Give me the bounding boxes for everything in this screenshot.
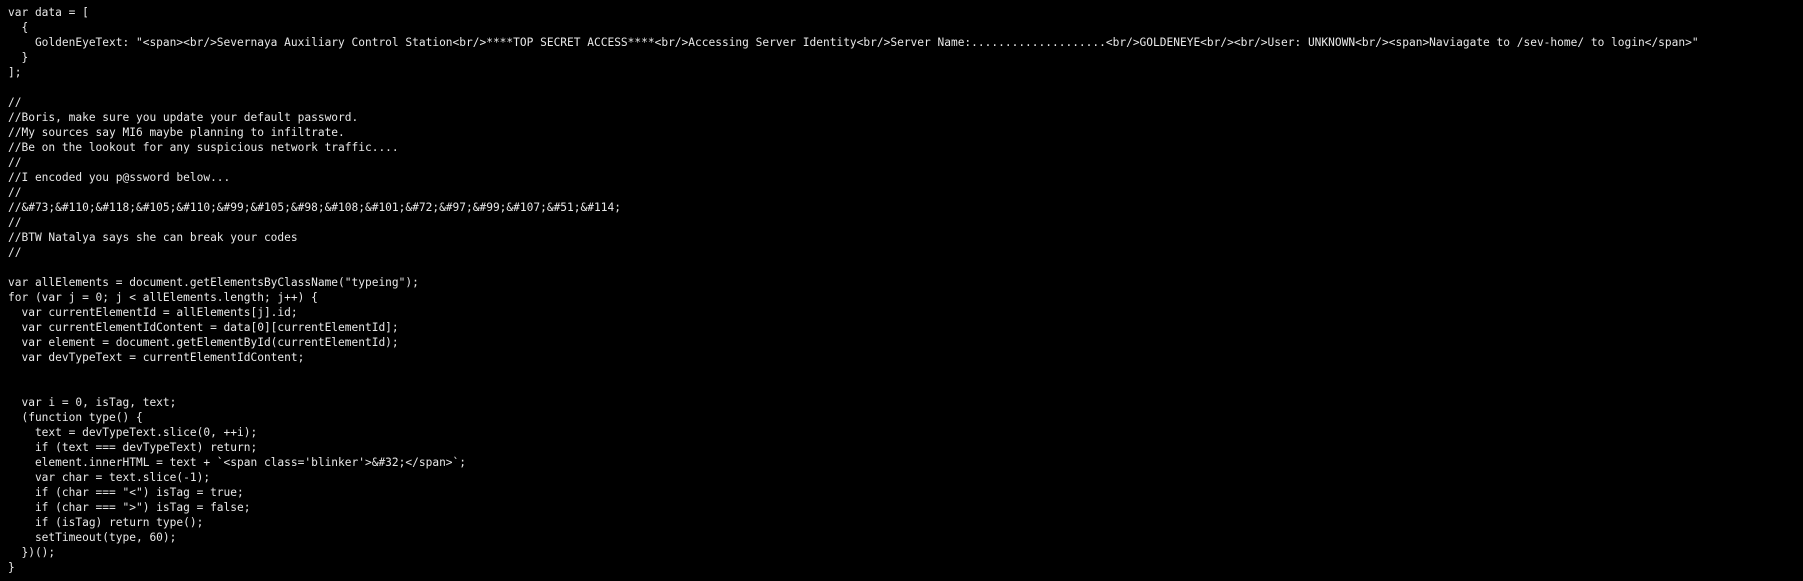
code-line: //BTW Natalya says she can break your co…: [8, 231, 298, 244]
code-line: var data = [: [8, 6, 89, 19]
code-line: ];: [8, 66, 22, 79]
code-line: })();: [8, 546, 56, 559]
code-line: if (text === devTypeText) return;: [8, 441, 258, 454]
code-line: GoldenEyeText: "<span><br/>Severnaya Aux…: [8, 36, 1699, 49]
code-line: var element = document.getElementById(cu…: [8, 336, 399, 349]
code-line: }: [8, 51, 29, 64]
code-line: var currentElementIdContent = data[0][cu…: [8, 321, 399, 334]
code-line: var allElements = document.getElementsBy…: [8, 276, 419, 289]
code-line: var char = text.slice(-1);: [8, 471, 211, 484]
code-line: //: [8, 156, 22, 169]
code-line: //Boris, make sure you update your defau…: [8, 111, 359, 124]
code-line: if (char === ">") isTag = false;: [8, 501, 251, 514]
code-line: element.innerHTML = text + `<span class=…: [8, 456, 467, 469]
code-line: var currentElementId = allElements[j].id…: [8, 306, 298, 319]
code-line: //I encoded you p@ssword below...: [8, 171, 231, 184]
code-line: {: [8, 21, 29, 34]
code-line: if (isTag) return type();: [8, 516, 204, 529]
code-line: //: [8, 216, 22, 229]
source-viewer: var data = [ { GoldenEyeText: "<span><br…: [0, 0, 1803, 581]
javascript-source-code: var data = [ { GoldenEyeText: "<span><br…: [8, 5, 1803, 575]
code-line: var i = 0, isTag, text;: [8, 396, 177, 409]
code-line: }: [8, 561, 15, 574]
code-line: //: [8, 186, 22, 199]
code-line: //Be on the lookout for any suspicious n…: [8, 141, 399, 154]
code-line: //&#73;&#110;&#118;&#105;&#110;&#99;&#10…: [8, 201, 621, 214]
code-line: setTimeout(type, 60);: [8, 531, 177, 544]
code-line: for (var j = 0; j < allElements.length; …: [8, 291, 318, 304]
code-line: (function type() {: [8, 411, 143, 424]
code-line: //: [8, 96, 22, 109]
code-line: //: [8, 246, 22, 259]
code-line: //My sources say MI6 maybe planning to i…: [8, 126, 345, 139]
code-line: text = devTypeText.slice(0, ++i);: [8, 426, 258, 439]
code-line: var devTypeText = currentElementIdConten…: [8, 351, 305, 364]
code-line: if (char === "<") isTag = true;: [8, 486, 244, 499]
